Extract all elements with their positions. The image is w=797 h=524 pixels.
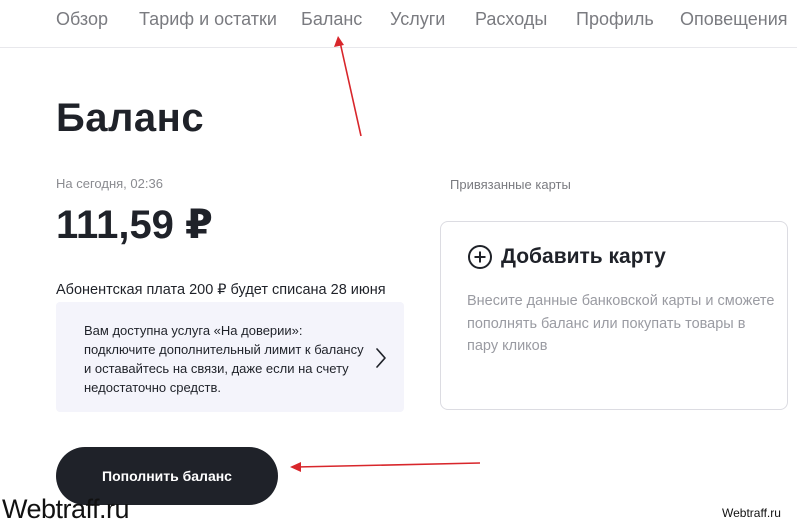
add-card-header[interactable]: Добавить карту (467, 244, 666, 270)
watermark-right: Webtraff.ru (722, 506, 781, 520)
nav-item-profile[interactable]: Профиль (576, 9, 654, 30)
nav-item-notifications[interactable]: Оповещения (680, 9, 788, 30)
nav-item-expenses[interactable]: Расходы (475, 9, 547, 30)
top-navigation: Обзор Тариф и остатки Баланс Услуги Расх… (0, 0, 797, 48)
page-title: Баланс (56, 96, 205, 140)
red-arrow-to-topup-button (290, 462, 481, 472)
trust-service-text: Вам доступна услуга «На доверии»: подклю… (84, 323, 364, 395)
linked-cards-label: Привязанные карты (450, 177, 571, 192)
watermark-left: Webtraff.ru (2, 494, 130, 524)
add-card-description: Внесите данные банковской карты и сможет… (467, 293, 775, 354)
nav-item-balance[interactable]: Баланс (301, 9, 362, 30)
plus-circle-icon (468, 245, 492, 269)
balance-amount: 111,59 ₽ (56, 203, 213, 247)
nav-item-tariff[interactable]: Тариф и остатки (139, 9, 277, 30)
subscription-fee-notice: Абонентская плата 200 ₽ будет списана 28… (56, 282, 386, 298)
red-arrow-to-balance-tab (334, 36, 362, 137)
balance-date-label: На сегодня, 02:36 (56, 176, 163, 191)
nav-item-overview[interactable]: Обзор (56, 9, 108, 30)
add-card-title: Добавить карту (501, 245, 666, 268)
nav-item-services[interactable]: Услуги (390, 9, 445, 30)
chevron-right-icon (376, 348, 386, 368)
add-card-panel[interactable]: Добавить карту Внесите данные банковской… (440, 221, 788, 410)
trust-service-banner[interactable]: Вам доступна услуга «На доверии»: подклю… (56, 302, 404, 412)
